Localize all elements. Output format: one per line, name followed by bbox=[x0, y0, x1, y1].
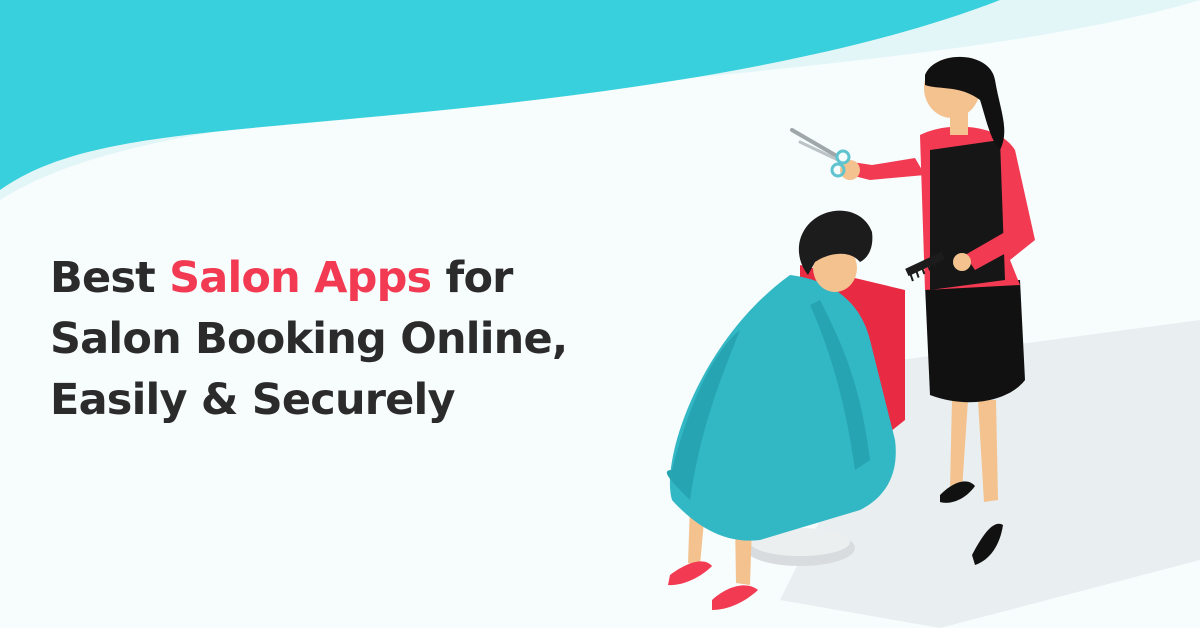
headline: Best Salon Apps for Salon Booking Online… bbox=[50, 248, 568, 431]
headline-accent-salon-apps: Salon Apps bbox=[169, 253, 432, 303]
headline-line-2: Salon Booking Online, bbox=[50, 314, 568, 364]
headline-for: for bbox=[445, 253, 514, 303]
salon-illustration bbox=[666, 56, 1200, 628]
headline-line-1: Best Salon Apps for bbox=[50, 248, 567, 309]
headline-line-3: Easily & Securely bbox=[50, 375, 456, 425]
headline-best: Best bbox=[50, 253, 156, 303]
